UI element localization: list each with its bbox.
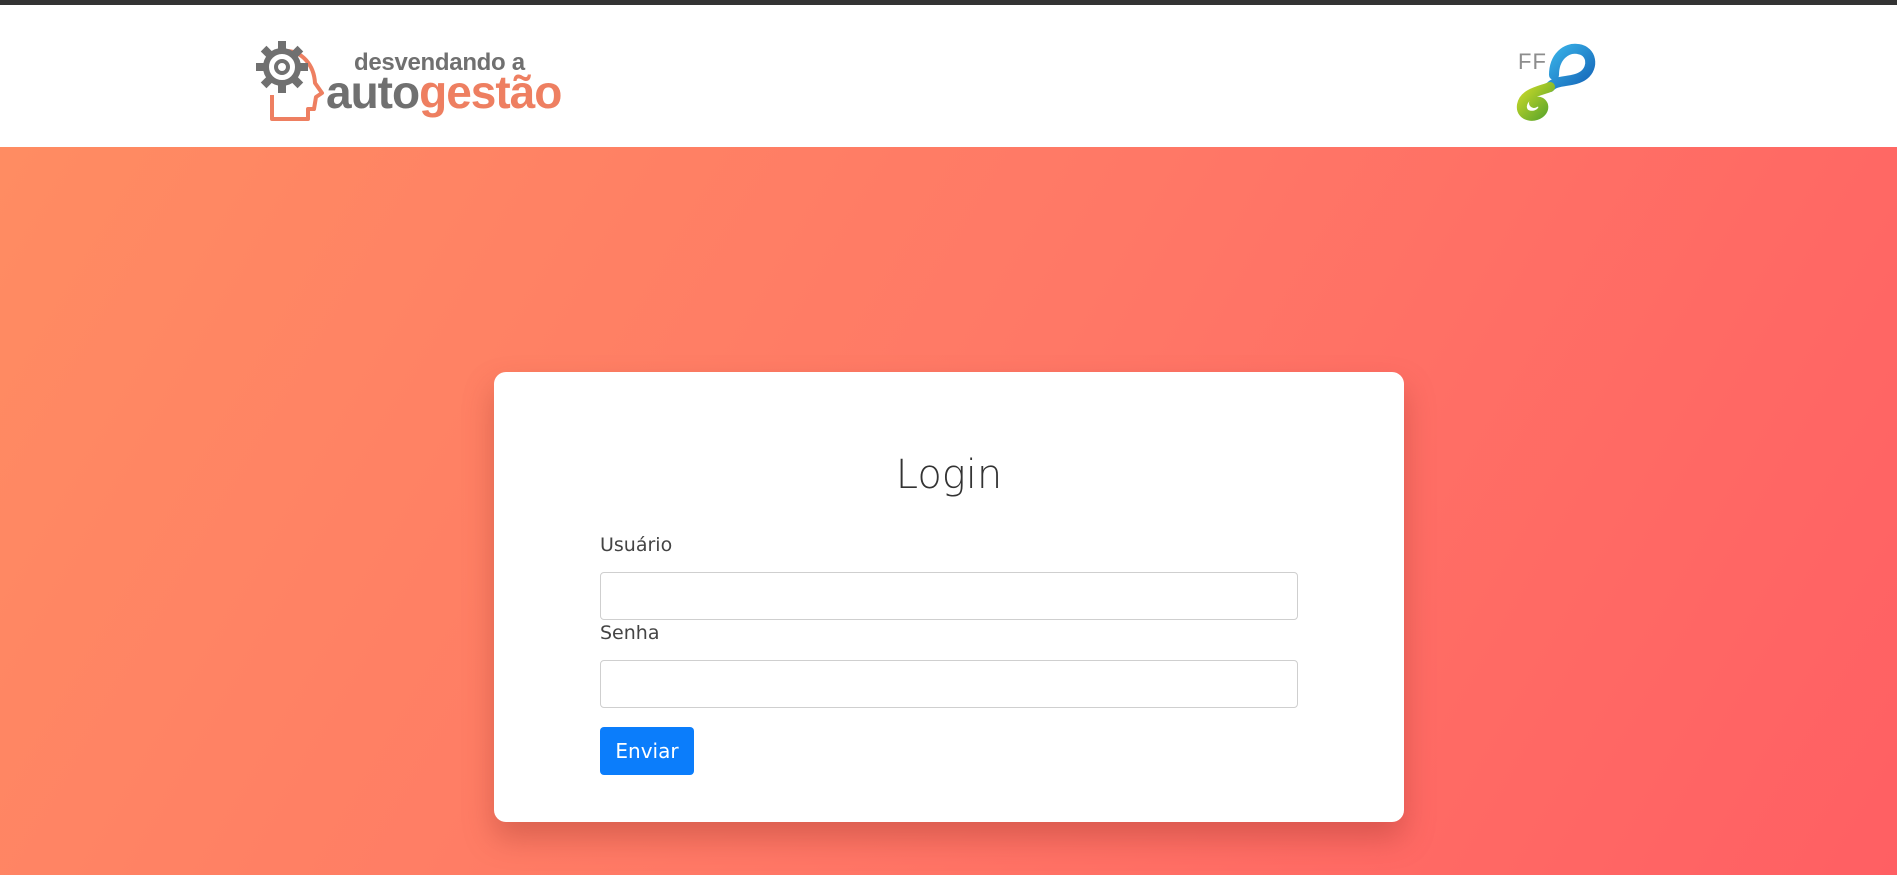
- password-input[interactable]: [600, 660, 1298, 708]
- login-card: Login Usuário Senha Enviar: [494, 372, 1404, 822]
- submit-button[interactable]: Enviar: [600, 727, 694, 775]
- site-header: desvendando a autogestão FF: [0, 5, 1897, 147]
- partner-logo[interactable]: FF: [1510, 39, 1600, 121]
- username-label: Usuário: [600, 534, 673, 556]
- username-input[interactable]: [600, 572, 1298, 620]
- login-title: Login: [895, 452, 1003, 498]
- brand-name: autogestão: [326, 66, 562, 118]
- partner-logo-text: FF: [1518, 49, 1547, 74]
- brand-name-part2: gestão: [419, 66, 562, 118]
- brand-name-part1: auto: [326, 66, 420, 118]
- gear-head-icon: [256, 41, 324, 121]
- password-label: Senha: [600, 622, 660, 644]
- brand-logo[interactable]: desvendando a autogestão: [252, 35, 582, 125]
